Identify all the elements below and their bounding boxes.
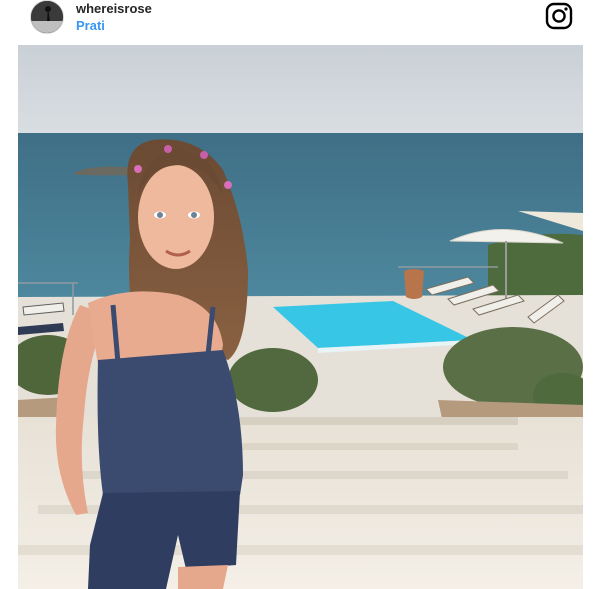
follow-button[interactable]: Prati: [76, 18, 105, 33]
post-header: whereisrose Prati: [18, 0, 583, 44]
instagram-embed-card: whereisrose Prati: [18, 0, 583, 589]
terracotta-pot: [404, 269, 424, 299]
instagram-icon[interactable]: [545, 2, 573, 30]
photo-scene: [18, 45, 583, 589]
sky: [18, 45, 583, 135]
avatar-image: [31, 1, 63, 33]
username[interactable]: whereisrose: [76, 1, 152, 16]
post-photo[interactable]: [18, 45, 583, 589]
avatar[interactable]: [30, 0, 64, 34]
hillside-greenery: [488, 233, 583, 305]
